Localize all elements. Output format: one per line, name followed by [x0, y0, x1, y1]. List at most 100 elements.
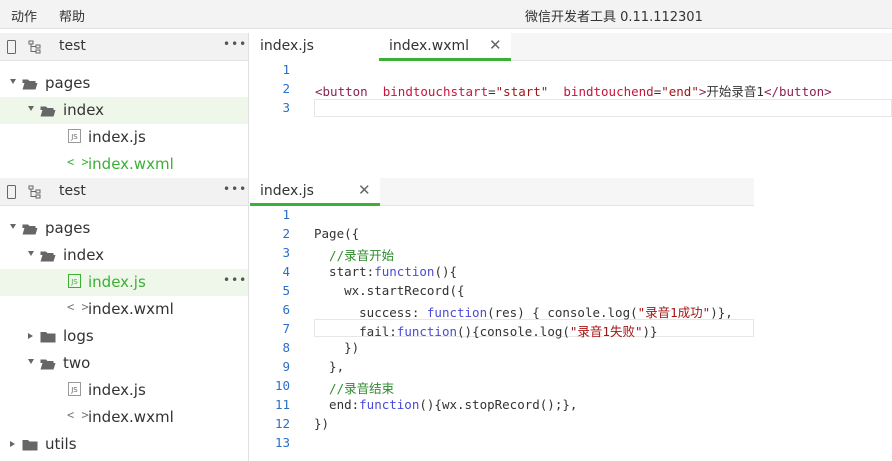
- line-number: 1: [282, 207, 290, 222]
- js-file-icon: JS: [68, 129, 81, 143]
- tab-index-js[interactable]: index.js: [250, 33, 379, 61]
- tree-item-label: index.wxml: [88, 300, 174, 318]
- tree-item-label: index.js: [88, 128, 146, 146]
- more-options-icon[interactable]: •••: [223, 273, 247, 287]
- tree-item-index[interactable]: index: [0, 97, 248, 124]
- tree-item-index-wxml[interactable]: < > index.wxml: [0, 404, 248, 431]
- tab-label: index.js: [260, 38, 314, 54]
- code-line[interactable]: wx.startRecord({: [314, 283, 464, 298]
- tab-label: index.js: [260, 183, 314, 199]
- tree-structure-icon[interactable]: [28, 185, 42, 199]
- top-sidebar-header: test •••: [0, 33, 248, 61]
- folder-icon: [40, 329, 56, 343]
- bottom-file-sidebar: test ••• pages index JS index.js ••• < > index…: [0, 178, 249, 461]
- chevron-down-icon[interactable]: [10, 79, 16, 84]
- bottom-editor-tabbar: index.js ✕: [250, 178, 754, 206]
- code-line[interactable]: fail:function(){console.log("录音1失败")}: [314, 321, 657, 340]
- tree-item-pages[interactable]: pages: [0, 215, 248, 242]
- tree-item-label: utils: [45, 435, 77, 453]
- code-line[interactable]: start:function(){: [314, 264, 457, 279]
- tree-item-two[interactable]: two: [0, 350, 248, 377]
- line-number: 13: [274, 435, 290, 450]
- tree-item-index-wxml[interactable]: < > index.wxml: [0, 151, 248, 178]
- tree-item-label: index.wxml: [88, 408, 174, 426]
- tree-structure-icon[interactable]: [28, 40, 42, 54]
- more-options-icon[interactable]: •••: [223, 182, 247, 196]
- close-icon[interactable]: ✕: [489, 36, 502, 54]
- code-file-icon: < >: [67, 155, 89, 169]
- code-line[interactable]: success: function(res) { console.log("录音…: [314, 302, 733, 321]
- line-number: 10: [274, 378, 290, 393]
- tree-item-label: index.js: [88, 273, 146, 291]
- chevron-down-icon[interactable]: [28, 251, 34, 256]
- line-number: 2: [282, 226, 290, 241]
- tree-item-label: index: [63, 101, 105, 119]
- code-line[interactable]: },: [314, 359, 344, 374]
- line-number: 4: [282, 264, 290, 279]
- folder-icon: [22, 437, 38, 451]
- chevron-down-icon[interactable]: [28, 359, 34, 364]
- code-line[interactable]: Page({: [314, 226, 359, 241]
- menu-action[interactable]: 动作: [11, 6, 37, 25]
- tree-item-index-js[interactable]: JS index.js •••: [0, 269, 248, 296]
- line-number: 2: [282, 81, 290, 96]
- close-icon[interactable]: ✕: [358, 181, 371, 199]
- phone-icon[interactable]: [7, 40, 16, 54]
- code-line[interactable]: //录音开始: [314, 245, 394, 264]
- folder-open-icon: [40, 248, 56, 262]
- tree-item-logs[interactable]: logs: [0, 323, 248, 350]
- chevron-right-icon[interactable]: [10, 441, 15, 447]
- top-editor-tabbar: index.js index.wxml ✕: [250, 33, 892, 61]
- line-number: 1: [282, 62, 290, 77]
- menu-bar: 动作 帮助 微信开发者工具 0.11.112301: [0, 0, 892, 29]
- tree-item-label: pages: [45, 74, 91, 92]
- tree-item-index-js[interactable]: JS index.js: [0, 377, 248, 404]
- tree-item-label: two: [63, 354, 91, 372]
- bottom-sidebar-header: test •••: [0, 178, 248, 206]
- code-line[interactable]: }): [314, 416, 329, 431]
- window-title: 微信开发者工具 0.11.112301: [525, 10, 703, 25]
- code-line[interactable]: }): [314, 340, 359, 355]
- code-line[interactable]: //录音结束: [314, 378, 394, 397]
- top-code-editor[interactable]: 1 2 3 <button bindtouchstart="start" bindt…: [250, 61, 892, 178]
- tree-item-pages[interactable]: pages: [0, 70, 248, 97]
- tree-item-label: index: [63, 246, 105, 264]
- line-number: 8: [282, 340, 290, 355]
- project-name: test: [59, 38, 86, 54]
- tree-item-index-js[interactable]: JS index.js: [0, 124, 248, 151]
- tree-item-label: logs: [63, 327, 94, 345]
- tree-item-label: index.js: [88, 381, 146, 399]
- bottom-code-editor[interactable]: 1 2 3 4 5 6 7 8 9 10 11 12 13 Page({ //录音开始 start:fu…: [250, 206, 892, 461]
- js-file-icon: JS: [68, 274, 81, 288]
- project-name: test: [59, 183, 86, 199]
- code-line[interactable]: <button bindtouchstart="start" bindtouch…: [315, 81, 832, 100]
- line-number: 12: [274, 416, 290, 431]
- tree-item-index-wxml[interactable]: < > index.wxml: [0, 296, 248, 323]
- more-options-icon[interactable]: •••: [223, 37, 247, 51]
- menu-help[interactable]: 帮助: [59, 6, 85, 25]
- current-line-highlight: [314, 99, 892, 117]
- tree-item-utils[interactable]: utils: [0, 431, 248, 458]
- folder-open-icon: [40, 103, 56, 117]
- tree-item-index[interactable]: index: [0, 242, 248, 269]
- tab-index-wxml[interactable]: index.wxml ✕: [379, 33, 511, 61]
- chevron-down-icon[interactable]: [28, 106, 34, 111]
- top-file-sidebar: test ••• pages index JS index.js < > index.wx…: [0, 33, 249, 178]
- chevron-down-icon[interactable]: [10, 224, 16, 229]
- line-number: 11: [274, 397, 290, 412]
- line-number: 9: [282, 359, 290, 374]
- code-line[interactable]: end:function(){wx.stopRecord();},: [314, 397, 577, 412]
- line-number: 6: [282, 302, 290, 317]
- folder-open-icon: [40, 356, 56, 370]
- tree-item-label: index.wxml: [88, 155, 174, 173]
- line-number: 3: [282, 100, 290, 115]
- phone-icon[interactable]: [7, 185, 16, 199]
- code-file-icon: < >: [67, 408, 89, 422]
- line-number: 3: [282, 245, 290, 260]
- js-file-icon: JS: [68, 382, 81, 396]
- tab-index-js[interactable]: index.js ✕: [250, 178, 380, 206]
- folder-open-icon: [22, 76, 38, 90]
- code-file-icon: < >: [67, 300, 89, 314]
- chevron-right-icon[interactable]: [28, 333, 33, 339]
- line-number: 5: [282, 283, 290, 298]
